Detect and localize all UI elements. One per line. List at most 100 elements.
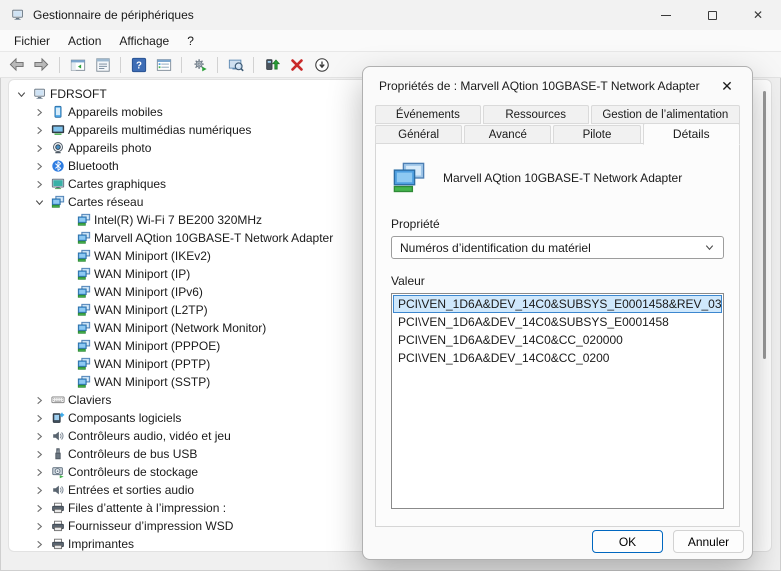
svg-text:?: ? xyxy=(136,60,142,71)
tree-item-label: Contrôleurs de stockage xyxy=(68,465,198,479)
network-icon xyxy=(76,285,91,300)
console-tree-button[interactable] xyxy=(66,54,89,76)
close-button[interactable]: ✕ xyxy=(735,0,781,30)
close-icon: ✕ xyxy=(721,78,733,95)
chevron-down-icon[interactable] xyxy=(13,86,29,102)
dialog-title: Propriétés de : Marvell AQtion 10GBASE-T… xyxy=(379,79,700,93)
tree-item-label: WAN Miniport (L2TP) xyxy=(94,303,208,317)
chevron-right-icon[interactable] xyxy=(31,536,47,552)
tab-evenements[interactable]: Événements xyxy=(375,105,481,124)
uninstall-device-button[interactable] xyxy=(285,54,308,76)
chevron-right-icon[interactable] xyxy=(31,176,47,192)
chevron-right-icon[interactable] xyxy=(31,482,47,498)
disable-device-button[interactable] xyxy=(310,54,333,76)
network-icon xyxy=(76,267,91,282)
property-select[interactable]: Numéros d’identification du matériel xyxy=(391,236,724,259)
value-item[interactable]: PCI\VEN_1D6A&DEV_14C0&CC_020000 xyxy=(393,331,722,349)
chevron-right-icon[interactable] xyxy=(31,392,47,408)
chevron-spacer xyxy=(57,374,73,390)
details-tab-content: Marvell AQtion 10GBASE-T Network Adapter… xyxy=(375,143,740,527)
toolbar-separator xyxy=(59,57,60,73)
ok-button[interactable]: OK xyxy=(592,530,663,553)
tree-item-label: WAN Miniport (PPPOE) xyxy=(94,339,220,353)
tab-general[interactable]: Général xyxy=(375,125,462,144)
menu-fichier[interactable]: Fichier xyxy=(5,32,59,50)
chevron-right-icon[interactable] xyxy=(31,140,47,156)
printer-icon xyxy=(50,537,65,552)
maximize-button[interactable] xyxy=(689,0,735,30)
tab-ressources[interactable]: Ressources xyxy=(483,105,589,124)
update-driver-icon xyxy=(264,57,280,73)
minimize-button[interactable] xyxy=(643,0,689,30)
chevron-right-icon[interactable] xyxy=(31,104,47,120)
network-icon xyxy=(76,303,91,318)
chevron-right-icon[interactable] xyxy=(31,122,47,138)
tree-item-label: Claviers xyxy=(68,393,111,407)
window-controls: ✕ xyxy=(643,0,781,30)
forward-button[interactable] xyxy=(30,54,53,76)
keyboard-icon xyxy=(50,393,65,408)
tree-item-label: Marvell AQtion 10GBASE-T Network Adapter xyxy=(94,231,333,245)
devices-list-icon xyxy=(156,57,172,73)
tree-item-label: Appareils photo xyxy=(68,141,151,155)
storage-icon xyxy=(50,465,65,480)
printer-icon xyxy=(50,501,65,516)
chevron-right-icon[interactable] xyxy=(31,518,47,534)
console-tree-icon xyxy=(70,57,86,73)
dialog-close-button[interactable]: ✕ xyxy=(710,73,744,99)
scan-hardware-changes-button[interactable] xyxy=(188,54,211,76)
tree-item-label: Imprimantes xyxy=(68,537,134,551)
help-button[interactable]: ? xyxy=(127,54,150,76)
chevron-right-icon[interactable] xyxy=(31,410,47,426)
menu-aide[interactable]: ? xyxy=(178,32,203,50)
scrollbar-thumb[interactable] xyxy=(763,91,766,359)
tree-item-label: Files d’attente à l’impression : xyxy=(68,501,226,515)
menu-affichage[interactable]: Affichage xyxy=(110,32,178,50)
toolbar-separator xyxy=(217,57,218,73)
menu-action[interactable]: Action xyxy=(59,32,110,50)
tree-item-label: Composants logiciels xyxy=(68,411,181,425)
tree-item-label: WAN Miniport (Network Monitor) xyxy=(94,321,266,335)
search-computer-button[interactable] xyxy=(224,54,247,76)
tab-row-back: ÉvénementsRessourcesGestion de l’aliment… xyxy=(375,105,740,124)
printer-icon xyxy=(50,519,65,534)
audio-icon xyxy=(50,429,65,444)
toolbar-separator xyxy=(181,57,182,73)
tree-item-label: Cartes réseau xyxy=(68,195,143,209)
close-icon: ✕ xyxy=(753,8,763,22)
chevron-right-icon[interactable] xyxy=(31,158,47,174)
tree-item-label: Contrôleurs de bus USB xyxy=(68,447,197,461)
tab-pilote[interactable]: Pilote xyxy=(553,125,640,144)
value-item[interactable]: PCI\VEN_1D6A&DEV_14C0&CC_0200 xyxy=(393,349,722,367)
tree-item-label: Intel(R) Wi-Fi 7 BE200 320MHz xyxy=(94,213,262,227)
device-manager-icon xyxy=(11,8,25,22)
tab-alimentation[interactable]: Gestion de l’alimentation xyxy=(591,105,740,124)
network-adapter-icon xyxy=(391,160,427,196)
value-item[interactable]: PCI\VEN_1D6A&DEV_14C0&SUBSYS_E0001458 xyxy=(393,313,722,331)
search-computer-icon xyxy=(228,57,244,73)
dialog-tabs: ÉvénementsRessourcesGestion de l’aliment… xyxy=(363,105,752,144)
cancel-button[interactable]: Annuler xyxy=(673,530,744,553)
back-icon xyxy=(8,56,25,73)
update-driver-button[interactable] xyxy=(260,54,283,76)
chevron-right-icon[interactable] xyxy=(31,500,47,516)
dialog-titlebar: Propriétés de : Marvell AQtion 10GBASE-T… xyxy=(363,67,752,105)
back-button[interactable] xyxy=(5,54,28,76)
properties-button[interactable] xyxy=(91,54,114,76)
display-icon xyxy=(50,177,65,192)
tab-details[interactable]: Détails xyxy=(643,123,740,145)
tab-avance[interactable]: Avancé xyxy=(464,125,551,144)
maximize-icon xyxy=(708,11,717,20)
device-header: Marvell AQtion 10GBASE-T Network Adapter xyxy=(391,160,724,196)
chevron-right-icon[interactable] xyxy=(31,446,47,462)
tree-scrollbar[interactable] xyxy=(758,82,770,549)
chevron-down-icon[interactable] xyxy=(31,194,47,210)
toolbar-separator xyxy=(120,57,121,73)
tree-item-label: Appareils mobiles xyxy=(68,105,163,119)
value-list[interactable]: PCI\VEN_1D6A&DEV_14C0&SUBSYS_E0001458&RE… xyxy=(391,293,724,509)
chevron-right-icon[interactable] xyxy=(31,464,47,480)
chevron-right-icon[interactable] xyxy=(31,428,47,444)
devices-list-button[interactable] xyxy=(152,54,175,76)
bluetooth-icon xyxy=(50,159,65,174)
value-item[interactable]: PCI\VEN_1D6A&DEV_14C0&SUBSYS_E0001458&RE… xyxy=(393,295,722,313)
